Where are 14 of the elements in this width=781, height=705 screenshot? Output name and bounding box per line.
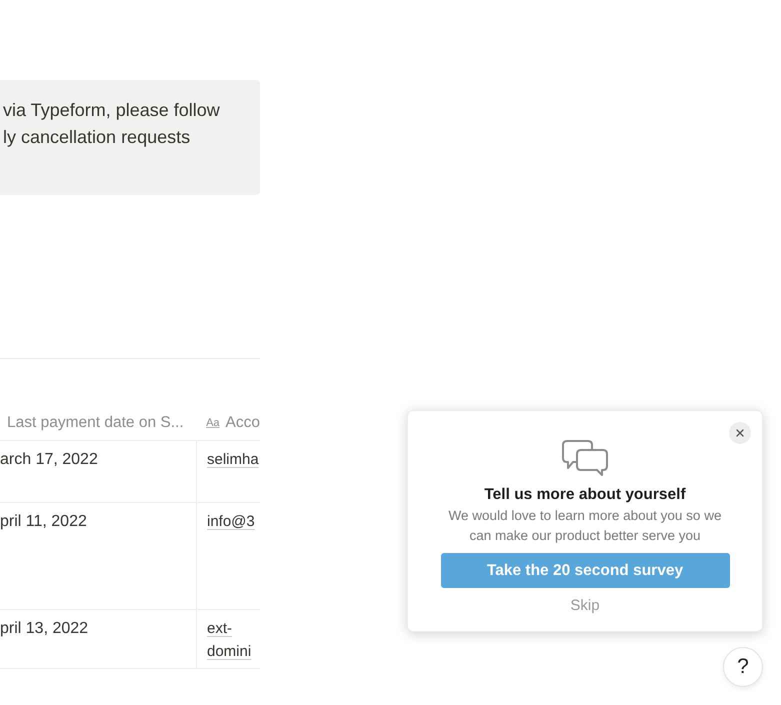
callout-text: via Typeform, please follow ly cancellation requests (3, 99, 220, 149)
email-link[interactable]: ext-domini (207, 617, 260, 663)
date-cell: pril 13, 2022 (0, 620, 88, 637)
close-button[interactable] (729, 422, 751, 444)
text-type-icon: Aa (206, 416, 220, 428)
popup-description: We would love to learn more about you so we can make our product better serve you (448, 507, 722, 545)
date-cell: arch 17, 2022 (0, 451, 98, 468)
date-cell: pril 11, 2022 (0, 513, 87, 530)
help-button[interactable]: ? (723, 647, 763, 687)
close-icon (734, 427, 746, 439)
speech-bubbles-icon (562, 440, 608, 476)
email-link[interactable]: selimha (207, 448, 259, 471)
email-link[interactable]: info@3 (207, 510, 255, 533)
popup-title: Tell us more about yourself (484, 485, 686, 505)
